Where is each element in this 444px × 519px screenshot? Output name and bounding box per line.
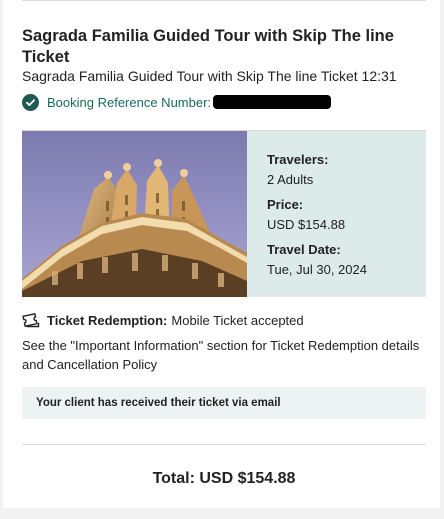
price-label: Price: (267, 197, 304, 212)
tour-subtitle: Sagrada Familia Guided Tour with Skip Th… (22, 68, 397, 84)
travelers-value: 2 Adults (267, 172, 314, 187)
booking-reference-redacted (213, 95, 332, 109)
tour-title: Sagrada Familia Guided Tour with Skip Th… (22, 27, 394, 66)
ticket-redemption-label: Ticket Redemption: (47, 312, 168, 328)
booking-card: Sagrada Familia Guided Tour with Skip Th… (3, 0, 440, 508)
email-notice-text: Your client has received their ticket vi… (36, 397, 281, 409)
ticket-redemption-value: Mobile Ticket accepted (171, 312, 304, 328)
booking-reference-label: Booking Reference Number: (47, 94, 212, 110)
email-notice: Your client has received their ticket vi… (22, 387, 426, 419)
check-circle-icon (22, 93, 39, 111)
bottom-divider (22, 444, 426, 445)
top-divider (22, 0, 426, 1)
ticket-redemption: Ticket Redemption: Mobile Ticket accepte… (22, 312, 304, 328)
tour-image (22, 131, 247, 297)
travelers-label: Travelers: (267, 152, 329, 167)
booking-details-panel: Travelers: 2 Adults Price: USD $154.88 T… (247, 131, 426, 297)
travel-date-value: Tue, Jul 30, 2024 (267, 262, 367, 277)
booking-reference: Booking Reference Number: (22, 92, 332, 112)
price-value: USD $154.88 (267, 217, 346, 232)
important-info-text: See the "Important Information" section … (22, 338, 420, 372)
ticket-icon (22, 313, 40, 328)
order-total: Total: USD $154.88 (152, 470, 296, 487)
travel-date-label: Travel Date: (267, 242, 341, 257)
